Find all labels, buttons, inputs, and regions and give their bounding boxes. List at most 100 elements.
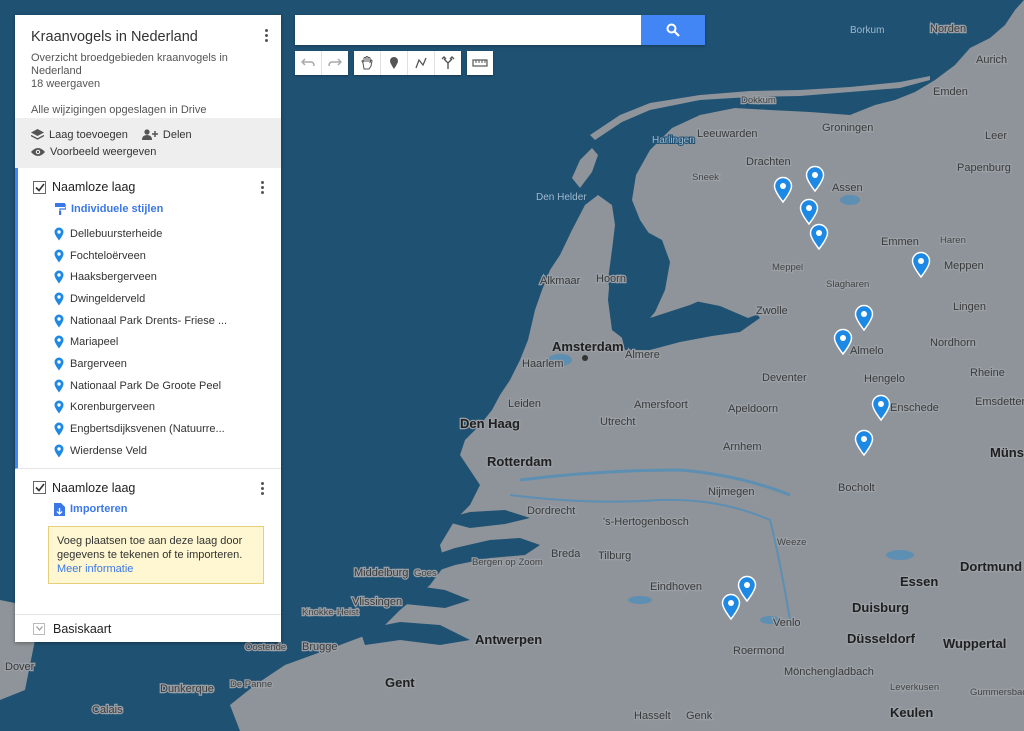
layer-1-name[interactable]: Naamloze laag: [52, 180, 135, 194]
city-label: Nordhorn: [930, 337, 976, 349]
city-label: Meppel: [772, 262, 803, 273]
undo-button[interactable]: [295, 51, 322, 75]
directions-button[interactable]: [435, 51, 461, 75]
check-icon: [34, 183, 45, 192]
draw-line-button[interactable]: [408, 51, 435, 75]
city-label: Utrecht: [600, 416, 635, 428]
preview-label: Voorbeeld weergeven: [50, 145, 157, 158]
city-label: Dortmund: [960, 559, 1022, 574]
place-item[interactable]: Nationaal Park Drents- Friese ...: [33, 310, 269, 332]
city-label: Goes: [414, 568, 437, 579]
import-link[interactable]: Importeren: [54, 502, 269, 516]
layer-2-name[interactable]: Naamloze laag: [52, 481, 135, 495]
city-label: Dordrecht: [527, 505, 575, 517]
search-input[interactable]: [295, 15, 641, 45]
marker-icon: [54, 357, 64, 371]
map-actions: Laag toevoegen Delen Voorbeeld weergeven: [15, 118, 281, 168]
place-item[interactable]: Engbertsdijksvenen (Natuurre...: [33, 418, 269, 440]
paint-roller-icon: [55, 203, 66, 215]
city-label: Tilburg: [598, 550, 631, 562]
city-label: Amersfoort: [634, 399, 688, 411]
city-label: Apeldoorn: [728, 403, 778, 415]
city-label: Rheine: [970, 367, 1005, 379]
city-label: Bergen op Zoom: [472, 557, 543, 568]
city-label: Papenburg: [957, 162, 1011, 174]
place-name: Bargerveen: [70, 357, 127, 370]
undo-icon: [301, 58, 315, 67]
lake: [840, 195, 860, 205]
place-item[interactable]: Haaksbergerveen: [33, 266, 269, 288]
place-item[interactable]: Mariapeel: [33, 331, 269, 353]
map-description: Overzicht broedgebieden kraanvogels in N…: [31, 52, 265, 91]
city-label: Groningen: [822, 122, 873, 134]
marker-icon: [54, 292, 64, 306]
marker-icon: [54, 444, 64, 458]
city-label: Assen: [832, 182, 863, 194]
learn-more-link[interactable]: Meer informatie: [57, 562, 255, 576]
layer-2-checkbox[interactable]: [33, 481, 46, 495]
redo-icon: [328, 58, 342, 67]
marker-icon: [54, 379, 64, 393]
place-name: Haaksbergerveen: [70, 271, 157, 284]
search-button[interactable]: [641, 15, 705, 45]
place-item[interactable]: Nationaal Park De Groote Peel: [33, 375, 269, 397]
layer-1-options-icon[interactable]: [259, 181, 265, 194]
city-label: Roermond: [733, 645, 784, 657]
city-label: Hasselt: [634, 710, 671, 722]
city-label: Emsdetten: [975, 396, 1024, 408]
amsterdam-dot: [582, 355, 588, 361]
measure-group: [467, 51, 493, 75]
place-item[interactable]: Korenburgerveen: [33, 397, 269, 419]
place-item[interactable]: Bargerveen: [33, 353, 269, 375]
city-label: Emmen: [881, 236, 919, 248]
city-label: Bocholt: [838, 482, 875, 494]
city-label: Gent: [385, 675, 415, 690]
city-label: Arnhem: [723, 441, 762, 453]
layer-header: Naamloze laag: [33, 178, 269, 196]
layer-2-options-icon[interactable]: [259, 481, 265, 495]
place-item[interactable]: Wierdense Veld: [33, 440, 269, 462]
city-label: Calais: [92, 704, 123, 716]
map-header: Kraanvogels in Nederland Overzicht broed…: [15, 15, 281, 118]
city-label: Aurich: [976, 54, 1007, 66]
add-layer-label: Laag toevoegen: [49, 128, 128, 141]
layer-1-checkbox[interactable]: [33, 180, 46, 194]
lake: [886, 550, 914, 560]
marker-icon: [390, 57, 398, 69]
map-title[interactable]: Kraanvogels in Nederland: [31, 29, 265, 45]
individual-styles-link[interactable]: Individuele stijlen: [54, 202, 269, 215]
empty-layer-tooltip: Voeg plaatsen toe aan deze laag door geg…: [48, 525, 264, 584]
add-marker-button[interactable]: [381, 51, 408, 75]
save-status: Alle wijzigingen opgeslagen in Drive: [31, 104, 207, 116]
city-label: Knokke-Heist: [302, 607, 359, 618]
basemap-toggle[interactable]: [33, 622, 45, 635]
city-label: Venlo: [773, 617, 801, 629]
polyline-icon: [415, 57, 427, 69]
description-text: Overzicht broedgebieden kraanvogels in N…: [31, 52, 228, 77]
city-label: Almelo: [850, 345, 884, 357]
search-icon: [666, 23, 680, 37]
map-options-icon[interactable]: [263, 29, 269, 42]
share-label: Delen: [162, 128, 192, 141]
city-label: Leverkusen: [890, 682, 939, 693]
city-label: Leeuwarden: [697, 128, 758, 140]
place-name: Mariapeel: [70, 336, 119, 349]
redo-button[interactable]: [322, 51, 348, 75]
city-label: Sneek: [692, 172, 719, 183]
place-item[interactable]: Dellebuursterheide: [33, 223, 269, 245]
basemap-section[interactable]: Basiskaart: [15, 614, 281, 642]
place-item[interactable]: Fochteloërveen: [33, 245, 269, 267]
place-name: Wierdense Veld: [70, 444, 148, 457]
pan-tool-button[interactable]: [354, 51, 381, 75]
layers-icon: [31, 129, 44, 140]
measure-button[interactable]: [467, 51, 493, 75]
layer-header: Naamloze laag: [33, 479, 269, 497]
add-layer-button[interactable]: Laag toevoegen: [31, 129, 128, 141]
preview-button[interactable]: Voorbeeld weergeven: [31, 146, 156, 158]
city-label: De Panne: [230, 679, 272, 690]
place-item[interactable]: Dwingelderveld: [33, 288, 269, 310]
city-label: Enschede: [890, 402, 939, 414]
city-label: Alkmaar: [540, 275, 581, 287]
share-button[interactable]: Delen: [141, 128, 192, 141]
marker-icon: [54, 270, 64, 284]
